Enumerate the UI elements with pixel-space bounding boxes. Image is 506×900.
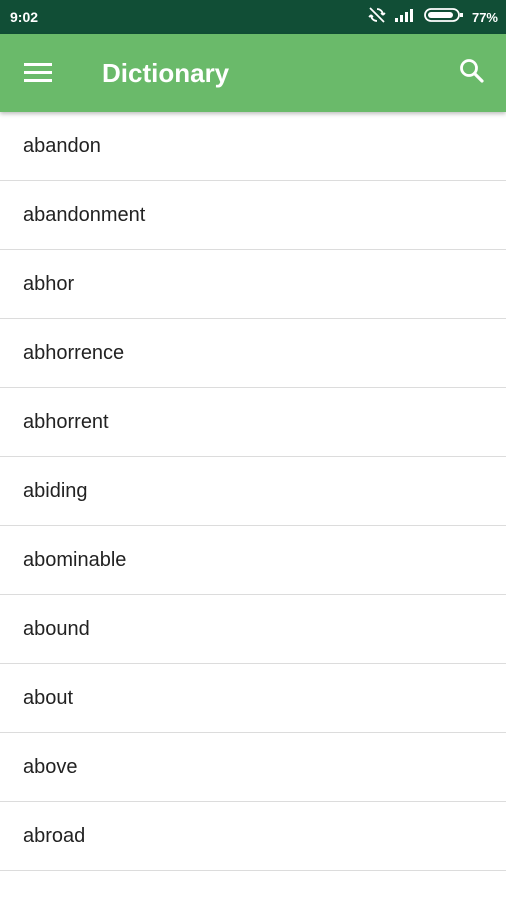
status-time: 9:02 bbox=[10, 9, 39, 25]
word-label: abhorrent bbox=[23, 411, 109, 433]
signal-icon bbox=[394, 8, 416, 27]
word-label: abominable bbox=[23, 549, 127, 571]
hamburger-menu-icon bbox=[24, 61, 52, 88]
status-bar: 9:02 77% bbox=[0, 0, 506, 34]
list-item[interactable]: about bbox=[0, 664, 506, 733]
word-label: abhor bbox=[23, 273, 75, 295]
list-item[interactable]: abandon bbox=[0, 112, 506, 181]
word-label: abound bbox=[23, 618, 90, 640]
app-bar: Dictionary bbox=[0, 34, 506, 112]
search-icon bbox=[459, 58, 485, 89]
word-label: above bbox=[23, 756, 78, 778]
list-item[interactable]: abound bbox=[0, 595, 506, 664]
word-label: abiding bbox=[23, 480, 88, 502]
page-title: Dictionary bbox=[102, 58, 230, 88]
list-item[interactable]: abhorrence bbox=[0, 319, 506, 388]
battery-icon bbox=[424, 7, 464, 28]
list-item[interactable]: abominable bbox=[0, 526, 506, 595]
search-button[interactable] bbox=[452, 53, 492, 93]
word-label: abandon bbox=[23, 135, 101, 157]
word-list: abandon abandonment abhor abhorrence abh… bbox=[0, 112, 506, 900]
list-item[interactable]: above bbox=[0, 733, 506, 802]
word-label: about bbox=[23, 687, 74, 709]
list-item[interactable] bbox=[0, 871, 506, 900]
battery-percentage: 77% bbox=[471, 9, 498, 25]
status-icons: 77% bbox=[368, 6, 498, 29]
list-item[interactable]: abandonment bbox=[0, 181, 506, 250]
sync-off-icon bbox=[368, 6, 386, 29]
word-label: abhorrence bbox=[23, 342, 125, 364]
word-label: abroad bbox=[23, 825, 86, 847]
list-item[interactable]: abhorrent bbox=[0, 388, 506, 457]
list-item[interactable]: abiding bbox=[0, 457, 506, 526]
word-label: abandonment bbox=[23, 204, 146, 226]
list-item[interactable]: abroad bbox=[0, 802, 506, 871]
menu-button[interactable] bbox=[18, 54, 58, 94]
list-item[interactable]: abhor bbox=[0, 250, 506, 319]
